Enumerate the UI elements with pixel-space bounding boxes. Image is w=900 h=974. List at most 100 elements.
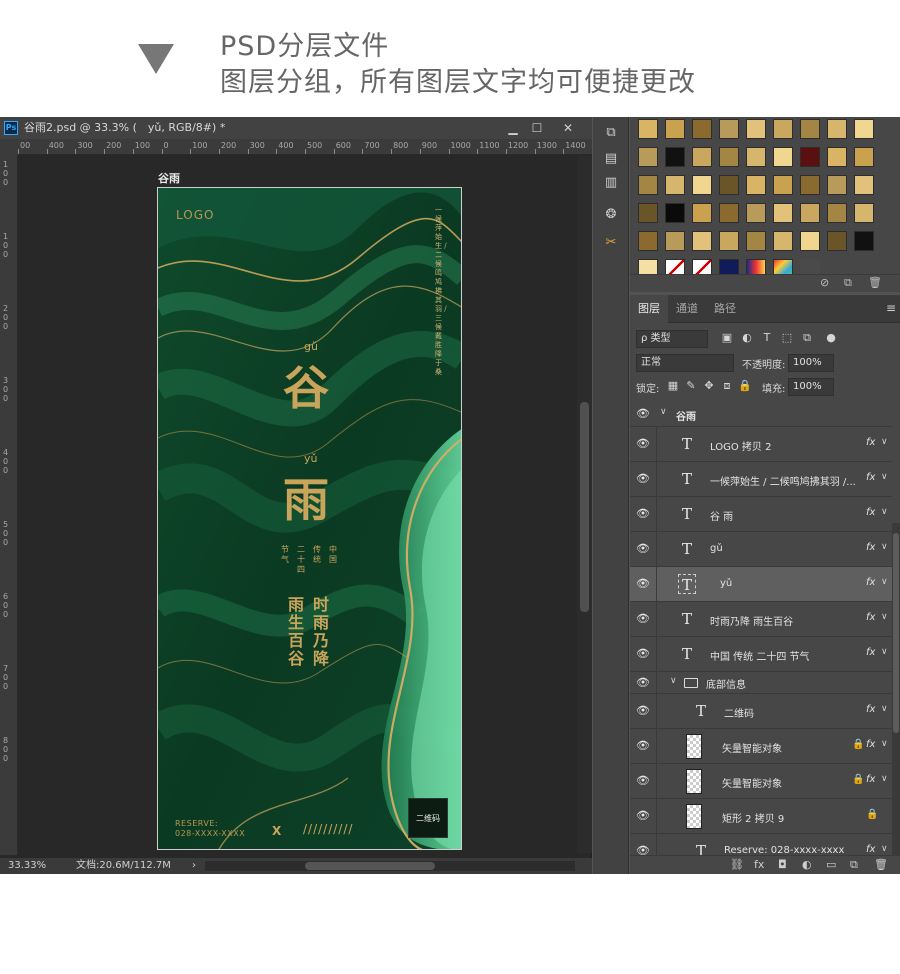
- restore-button[interactable]: ☐: [527, 117, 547, 139]
- canvas-horizontal-scrollbar[interactable]: [205, 861, 575, 871]
- visibility-eye-icon[interactable]: 👁: [636, 472, 650, 486]
- visibility-eye-icon[interactable]: 👁: [636, 704, 650, 718]
- style-swatch[interactable]: [692, 175, 712, 195]
- style-swatch[interactable]: [692, 119, 712, 139]
- canvas-vertical-scrollbar[interactable]: [577, 156, 592, 853]
- status-menu-arrow-icon[interactable]: ›: [192, 858, 196, 874]
- layer-effects-icon[interactable]: fx: [866, 704, 875, 715]
- style-swatch[interactable]: [800, 231, 820, 251]
- style-swatch[interactable]: [773, 147, 793, 167]
- smart-object-filter-icon[interactable]: ⧉: [800, 331, 814, 345]
- effects-expand-icon[interactable]: ∨: [881, 577, 888, 587]
- layer-effects-icon[interactable]: fx: [866, 507, 875, 518]
- effects-expand-icon[interactable]: ∨: [881, 844, 888, 854]
- style-swatch[interactable]: [827, 119, 847, 139]
- effects-expand-icon[interactable]: ∨: [881, 437, 888, 447]
- style-swatch[interactable]: [854, 203, 874, 223]
- layer-group-row[interactable]: 👁 ∨ 底部信息: [630, 672, 892, 694]
- effects-expand-icon[interactable]: ∨: [881, 507, 888, 517]
- poster-reserve-text[interactable]: RESERVE: 028-XXXX-XXXX: [175, 819, 245, 839]
- new-layer-icon[interactable]: ⧉: [850, 858, 858, 872]
- poster-slash-decoration[interactable]: //////////: [303, 822, 353, 836]
- style-swatch[interactable]: [854, 175, 874, 195]
- ruler-corner[interactable]: [0, 139, 18, 155]
- fill-input[interactable]: 100%: [788, 378, 834, 396]
- style-swatch[interactable]: [746, 119, 766, 139]
- visibility-eye-icon[interactable]: 👁: [636, 809, 650, 823]
- lock-artboard-icon[interactable]: ⧈: [720, 379, 734, 393]
- style-swatch[interactable]: [800, 147, 820, 167]
- link-layers-icon[interactable]: ⛓: [730, 858, 744, 871]
- style-swatch[interactable]: [638, 175, 658, 195]
- visibility-eye-icon[interactable]: 👁: [636, 577, 650, 591]
- visibility-eye-icon[interactable]: 👁: [636, 612, 650, 626]
- style-swatch[interactable]: [773, 119, 793, 139]
- layer-effects-icon[interactable]: fx: [866, 647, 875, 658]
- visibility-eye-icon[interactable]: 👁: [636, 774, 650, 788]
- group-collapse-icon[interactable]: ∨: [660, 407, 667, 417]
- style-swatch[interactable]: [692, 203, 712, 223]
- layer-effects-icon[interactable]: fx: [866, 542, 875, 553]
- style-swatch[interactable]: [800, 203, 820, 223]
- style-swatch[interactable]: [719, 203, 739, 223]
- artboard-label[interactable]: 谷雨: [158, 170, 180, 186]
- effects-expand-icon[interactable]: ∨: [881, 472, 888, 482]
- effects-expand-icon[interactable]: ∨: [881, 739, 888, 749]
- poster-x-mark[interactable]: X: [272, 824, 281, 838]
- vertical-scroll-thumb[interactable]: [580, 402, 589, 612]
- document-titlebar[interactable]: Ps 谷雨2.psd @ 33.3% ( yǔ, RGB/8#) * ▁ ☐ ✕: [0, 117, 592, 139]
- lock-all-icon[interactable]: 🔒: [738, 379, 752, 393]
- opacity-input[interactable]: 100%: [788, 354, 834, 372]
- layer-effects-icon[interactable]: fx: [866, 844, 875, 855]
- layer-row[interactable]: 👁 T 中国 传统 二十四 节气 fx ∨: [630, 637, 892, 672]
- layer-row[interactable]: 👁 T 一候萍始生 / 二候鸣鸠拂其羽 /... fx ∨: [630, 462, 892, 497]
- add-style-icon[interactable]: fx: [754, 858, 764, 871]
- clear-style-icon[interactable]: ⊘: [820, 276, 829, 289]
- visibility-eye-icon[interactable]: 👁: [636, 542, 650, 556]
- group-collapse-icon[interactable]: ∨: [670, 676, 677, 686]
- style-swatch[interactable]: [692, 147, 712, 167]
- zoom-level[interactable]: 33.33%: [8, 858, 46, 874]
- lock-image-icon[interactable]: ✎: [684, 379, 698, 393]
- style-swatch[interactable]: [827, 231, 847, 251]
- layer-row[interactable]: 👁 Tyǔ fx ∨: [630, 567, 892, 602]
- visibility-eye-icon[interactable]: 👁: [636, 507, 650, 521]
- shape-filter-icon[interactable]: ⬚: [780, 331, 794, 345]
- style-swatch[interactable]: [746, 203, 766, 223]
- poster-qr-placeholder[interactable]: 二维码: [408, 798, 448, 838]
- horizontal-ruler[interactable]: 00 400 300 200 100 0 100 200 300 400 500 600 700 800 9…: [18, 139, 592, 155]
- style-swatch[interactable]: [719, 119, 739, 139]
- effects-expand-icon[interactable]: ∨: [881, 704, 888, 714]
- style-swatch[interactable]: [638, 119, 658, 139]
- effects-expand-icon[interactable]: ∨: [881, 612, 888, 622]
- style-swatch[interactable]: [773, 231, 793, 251]
- layer-effects-icon[interactable]: fx: [866, 739, 875, 750]
- layers-scroll-thumb[interactable]: [893, 533, 899, 733]
- tab-layers[interactable]: 图层: [630, 295, 668, 323]
- poster-gu-character[interactable]: 谷: [283, 352, 329, 418]
- layer-row[interactable]: 👁 Tgǔ fx ∨: [630, 532, 892, 567]
- style-swatch[interactable]: [665, 203, 685, 223]
- style-swatch[interactable]: [854, 119, 874, 139]
- style-swatch[interactable]: [854, 231, 874, 251]
- visibility-eye-icon[interactable]: 👁: [636, 407, 650, 421]
- visibility-eye-icon[interactable]: 👁: [636, 437, 650, 451]
- layer-effects-icon[interactable]: fx: [866, 774, 875, 785]
- style-swatch[interactable]: [665, 231, 685, 251]
- visibility-eye-icon[interactable]: 👁: [636, 739, 650, 753]
- pixel-filter-icon[interactable]: ▣: [720, 331, 734, 345]
- minimize-button[interactable]: ▁: [503, 117, 523, 139]
- libraries-panel-icon[interactable]: ▥: [601, 173, 621, 193]
- style-swatch[interactable]: [773, 203, 793, 223]
- visibility-eye-icon[interactable]: 👁: [636, 647, 650, 661]
- effects-expand-icon[interactable]: ∨: [881, 542, 888, 552]
- style-swatch[interactable]: [827, 175, 847, 195]
- layer-row[interactable]: 👁 T 时雨乃降 雨生百谷 fx ∨: [630, 602, 892, 637]
- style-swatch[interactable]: [746, 175, 766, 195]
- style-swatch[interactable]: [692, 231, 712, 251]
- adjustments-panel-icon[interactable]: ❂: [601, 205, 621, 225]
- style-swatch[interactable]: [719, 231, 739, 251]
- new-style-icon[interactable]: ⧉: [844, 276, 852, 290]
- layer-row[interactable]: 👁 T LOGO 拷贝 2 fx ∨: [630, 427, 892, 462]
- layer-effects-icon[interactable]: fx: [866, 437, 875, 448]
